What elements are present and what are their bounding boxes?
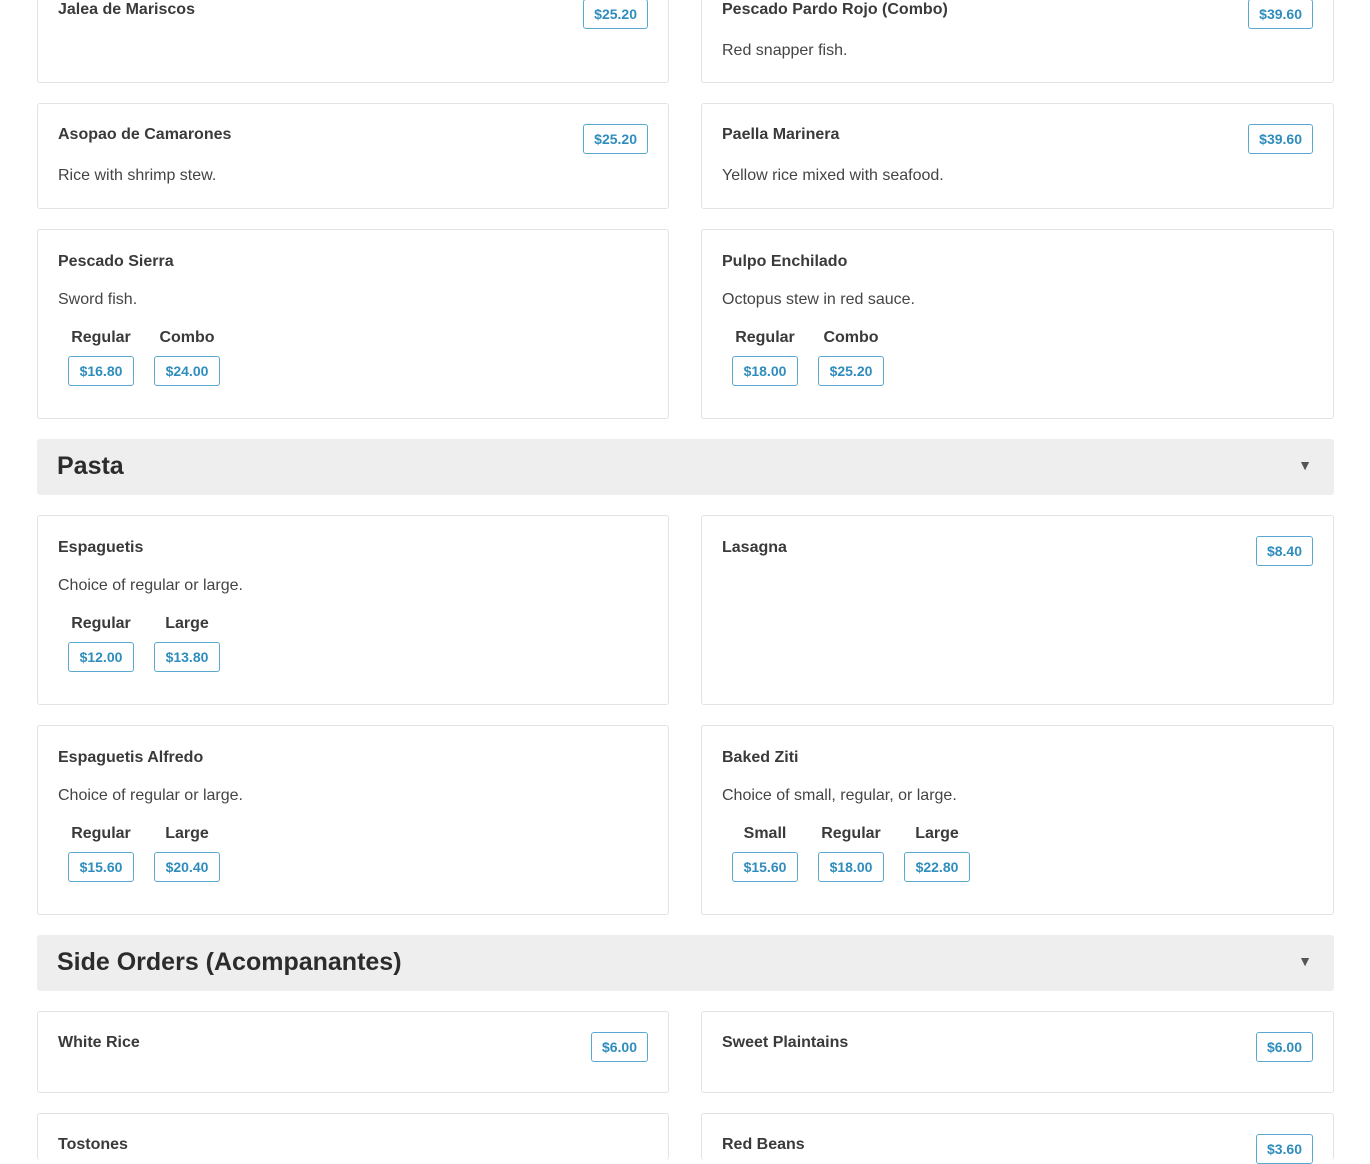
menu-item-card[interactable]: Paella Marinera $39.60 Yellow rice mixed…: [701, 103, 1334, 209]
item-name: White Rice: [58, 1034, 140, 1051]
item-name: Sweet Plaintains: [722, 1034, 849, 1051]
menu-item-card[interactable]: Pescado Sierra Sword fish. Regular $16.8…: [37, 229, 669, 419]
menu-item-card[interactable]: Red Beans $3.60: [701, 1113, 1334, 1164]
menu-item-card[interactable]: Pescado Pardo Rojo (Combo) $39.60 Red sn…: [701, 0, 1334, 83]
option-price-button[interactable]: $15.60: [732, 852, 798, 882]
menu-item-card[interactable]: Baked Ziti Choice of small, regular, or …: [701, 725, 1334, 915]
menu-item-card[interactable]: Lasagna $8.40: [701, 515, 1334, 705]
item-name: Espaguetis: [58, 539, 144, 556]
price-button[interactable]: $39.60: [1248, 124, 1313, 154]
menu-item-card[interactable]: Espaguetis Alfredo Choice of regular or …: [37, 725, 669, 915]
section-title: Side Orders (Acompanantes): [57, 948, 402, 976]
item-description: Yellow rice mixed with seafood.: [722, 167, 944, 184]
option-price-button[interactable]: $13.80: [154, 642, 220, 672]
option-price-button[interactable]: $20.40: [154, 852, 220, 882]
item-description: Sword fish.: [58, 291, 138, 308]
menu-item-card[interactable]: Espaguetis Choice of regular or large. R…: [37, 515, 669, 705]
item-name: Lasagna: [722, 539, 787, 556]
item-name: Asopao de Camarones: [58, 126, 232, 143]
item-name: Jalea de Mariscos: [58, 1, 195, 18]
item-description: Red snapper fish.: [722, 42, 848, 59]
menu-item-card[interactable]: Sweet Plaintains $6.00: [701, 1011, 1334, 1093]
option-label: Combo: [159, 329, 215, 346]
price-button[interactable]: $25.20: [583, 124, 648, 154]
menu-item-card[interactable]: Asopao de Camarones $25.20 Rice with shr…: [37, 103, 669, 209]
option-label: Regular: [821, 825, 881, 842]
option-label: Large: [915, 825, 959, 842]
section-title: Pasta: [57, 452, 124, 480]
price-button[interactable]: $39.60: [1248, 0, 1313, 29]
price-button[interactable]: $8.40: [1255, 536, 1313, 566]
item-name: Paella Marinera: [722, 126, 840, 143]
price-button[interactable]: $6.00: [1255, 1032, 1313, 1062]
item-name: Tostones: [58, 1136, 128, 1153]
item-description: Choice of regular or large.: [58, 577, 243, 594]
option-price-button[interactable]: $22.80: [904, 852, 970, 882]
option-price-button[interactable]: $12.00: [68, 642, 134, 672]
option-label: Regular: [735, 329, 795, 346]
menu-item-card[interactable]: White Rice $6.00: [37, 1011, 669, 1093]
option-label: Regular: [71, 329, 131, 346]
option-price-button[interactable]: $16.80: [68, 356, 134, 386]
price-button[interactable]: $25.20: [583, 0, 648, 29]
option-price-button[interactable]: $25.20: [818, 356, 884, 386]
item-name: Pulpo Enchilado: [722, 253, 848, 270]
section-header-side-orders[interactable]: Side Orders (Acompanantes) ▼: [37, 935, 1334, 991]
item-name: Red Beans: [722, 1136, 805, 1153]
option-price-button[interactable]: $15.60: [68, 852, 134, 882]
item-description: Choice of regular or large.: [58, 787, 243, 804]
item-name: Pescado Sierra: [58, 253, 174, 270]
option-label: Combo: [823, 329, 879, 346]
option-label: Regular: [71, 615, 131, 632]
option-label: Small: [743, 825, 787, 842]
menu-item-card[interactable]: Pulpo Enchilado Octopus stew in red sauc…: [701, 229, 1334, 419]
item-name: Espaguetis Alfredo: [58, 749, 204, 766]
option-label: Regular: [71, 825, 131, 842]
menu-item-card[interactable]: Jalea de Mariscos $25.20: [37, 0, 669, 83]
item-description: Rice with shrimp stew.: [58, 167, 217, 184]
option-price-button[interactable]: $24.00: [154, 356, 220, 386]
option-label: Large: [165, 615, 209, 632]
menu-item-card[interactable]: Tostones: [37, 1113, 669, 1160]
item-name: Pescado Pardo Rojo (Combo): [722, 1, 948, 18]
option-price-button[interactable]: $18.00: [818, 852, 884, 882]
option-price-button[interactable]: $18.00: [732, 356, 798, 386]
section-header-pasta[interactable]: Pasta ▼: [37, 439, 1334, 495]
item-name: Baked Ziti: [722, 749, 799, 766]
item-description: Octopus stew in red sauce.: [722, 291, 915, 308]
chevron-down-icon[interactable]: ▼: [1298, 457, 1312, 473]
option-label: Large: [165, 825, 209, 842]
price-button[interactable]: $6.00: [590, 1032, 648, 1062]
chevron-down-icon[interactable]: ▼: [1298, 953, 1312, 969]
item-description: Choice of small, regular, or large.: [722, 787, 957, 804]
